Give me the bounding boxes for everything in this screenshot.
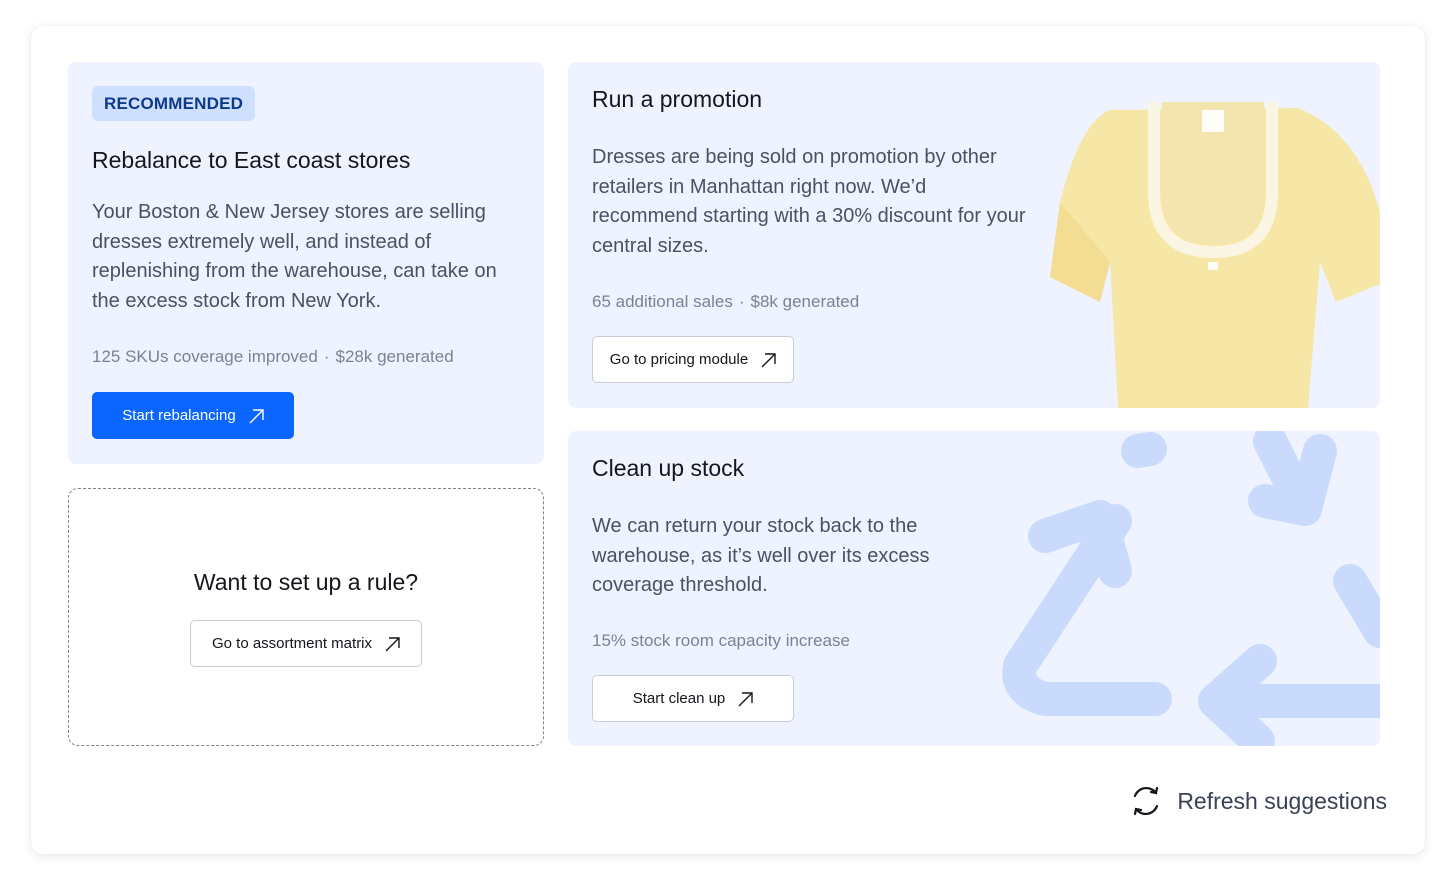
refresh-label: Refresh suggestions xyxy=(1177,787,1387,814)
stat-additional-sales: 65 additional sales xyxy=(592,291,733,311)
button-label: Start clean up xyxy=(632,690,726,707)
stat-capacity-increase: 15% stock room capacity increase xyxy=(592,631,850,651)
promotion-card: Run a promotion Dresses are being sold o… xyxy=(568,62,1380,408)
stat-revenue: $8k generated xyxy=(750,291,860,311)
card-description: Your Boston & New Jersey stores are sell… xyxy=(92,201,497,313)
button-label: Go to pricing module xyxy=(609,351,749,368)
refresh-suggestions-button[interactable]: Refresh suggestions xyxy=(1129,784,1387,818)
stat-sku-coverage: 125 SKUs coverage improved xyxy=(92,346,318,366)
start-rebalancing-button[interactable]: Start rebalancing xyxy=(92,392,294,439)
card-description: We can return your stock back to the war… xyxy=(592,515,930,597)
button-label: Go to assortment matrix xyxy=(211,635,373,652)
suggestions-panel: RECOMMENDED Rebalance to East coast stor… xyxy=(31,26,1425,854)
separator-dot: · xyxy=(738,291,745,311)
rule-setup-card: Want to set up a rule? Go to assortment … xyxy=(68,488,544,746)
recycle-arrows-icon xyxy=(1002,431,1380,746)
arrow-up-right-icon xyxy=(248,408,264,424)
arrow-up-right-icon xyxy=(760,352,776,368)
recommended-badge: RECOMMENDED xyxy=(92,86,256,121)
go-to-pricing-module-button[interactable]: Go to pricing module xyxy=(592,336,794,383)
yellow-top-image xyxy=(1050,102,1380,408)
refresh-icon xyxy=(1129,784,1163,818)
rule-title: Want to set up a rule? xyxy=(193,569,419,595)
recommended-card: RECOMMENDED Rebalance to East coast stor… xyxy=(68,62,544,464)
card-description: Dresses are being sold on promotion by o… xyxy=(592,146,1026,258)
button-label: Start rebalancing xyxy=(122,407,236,424)
arrow-up-right-icon xyxy=(737,691,753,707)
start-clean-up-button[interactable]: Start clean up xyxy=(592,675,794,722)
arrow-up-right-icon xyxy=(384,636,400,652)
go-to-assortment-matrix-button[interactable]: Go to assortment matrix xyxy=(190,620,422,667)
stat-revenue: $28k generated xyxy=(335,346,454,366)
cleanup-card: Clean up stock We can return your stock … xyxy=(568,431,1380,746)
separator-dot: · xyxy=(323,346,330,366)
card-stats: 125 SKUs coverage improved · $28k generate… xyxy=(92,347,520,367)
card-title: Rebalance to East coast stores xyxy=(92,147,411,173)
